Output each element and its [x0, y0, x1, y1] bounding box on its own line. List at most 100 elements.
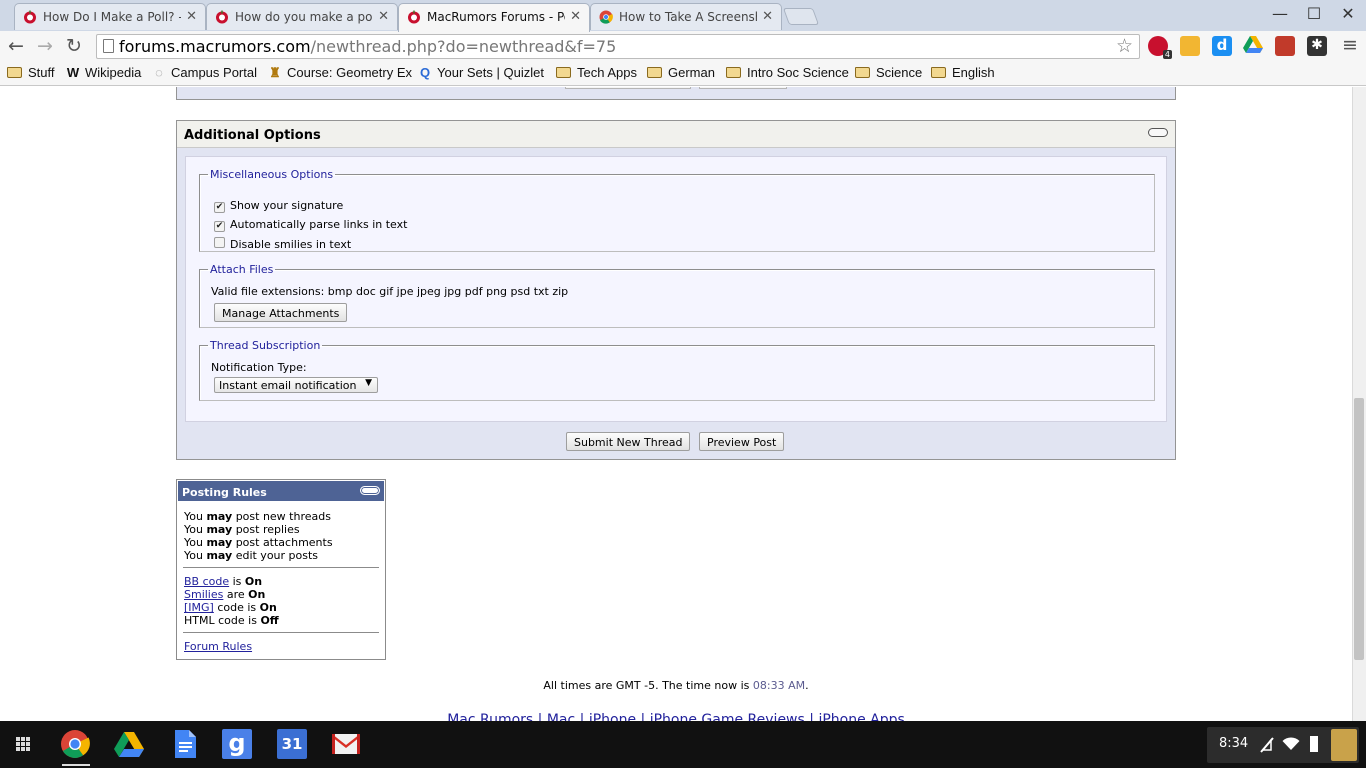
- bookmark-english[interactable]: English: [931, 65, 995, 80]
- drive-icon[interactable]: [114, 729, 144, 759]
- notebook-extension-icon[interactable]: [1275, 36, 1295, 56]
- preview-post-button[interactable]: Preview Post: [699, 432, 785, 451]
- smilies-link[interactable]: Smilies: [184, 588, 223, 601]
- footer-link-mac-rumors[interactable]: Mac Rumors: [447, 712, 533, 721]
- bookmark-campus-portal[interactable]: ◌ Campus Portal: [152, 65, 257, 80]
- option-disable-smilies[interactable]: Disable smilies in text: [214, 237, 351, 251]
- folder-icon: [647, 67, 662, 78]
- address-bar[interactable]: forums.macrumors.com/newthread.php?do=ne…: [96, 34, 1140, 59]
- bookmark-label: Science: [876, 65, 923, 80]
- clock: 8:34: [1219, 736, 1249, 751]
- minimize-icon[interactable]: —: [1270, 4, 1290, 23]
- bookmark-label: Your Sets | Quizlet: [437, 65, 544, 80]
- img-code-status: [IMG] code is On: [184, 601, 277, 614]
- google-drive-extension-icon[interactable]: [1243, 36, 1263, 56]
- bb-code-status: BB code is On: [184, 575, 263, 588]
- previous-button-edge: [565, 87, 691, 89]
- bookmark-stuff[interactable]: Stuff: [7, 65, 55, 80]
- tab-close-icon[interactable]: ✕: [186, 9, 197, 24]
- notification-type-select[interactable]: Instant email notification ▼: [214, 377, 378, 393]
- posting-rules-box: Posting Rules You may post new threads Y…: [176, 479, 386, 660]
- bookmark-quizlet[interactable]: Q Your Sets | Quizlet: [418, 65, 544, 80]
- attach-files-legend: Attach Files: [210, 263, 274, 276]
- apps-launcher-icon[interactable]: [8, 729, 38, 759]
- footer-link-iphone[interactable]: iPhone: [589, 712, 636, 721]
- disable-smilies-checkbox[interactable]: [214, 237, 225, 248]
- show-signature-checkbox[interactable]: ✔: [214, 202, 225, 213]
- posting-rules-header: Posting Rules: [177, 480, 385, 502]
- forum-rules-link[interactable]: Forum Rules: [184, 640, 252, 653]
- smilies-status: Smilies are On: [184, 588, 266, 601]
- scrollbar-thumb[interactable]: [1354, 398, 1364, 660]
- manage-attachments-button[interactable]: Manage Attachments: [214, 303, 348, 322]
- time-value: 08:33 AM: [752, 679, 806, 692]
- window-close-icon[interactable]: ✕: [1338, 4, 1358, 23]
- footer-link-mac[interactable]: Mac: [547, 712, 575, 721]
- speaker-extension-icon[interactable]: [1180, 36, 1200, 56]
- battery-icon: [1310, 736, 1318, 752]
- tab-how-do-i-make-a-poll[interactable]: How Do I Make a Poll? - MacRumors ✕: [14, 3, 206, 30]
- calendar-icon[interactable]: 31: [277, 729, 307, 759]
- html-code-status: HTML code is Off: [184, 614, 279, 627]
- bookmark-label: Intro Soc Science: [747, 65, 849, 80]
- bookmark-tech-apps[interactable]: Tech Apps: [556, 65, 637, 80]
- bookmark-wikipedia[interactable]: W Wikipedia: [66, 65, 142, 80]
- bookmark-intro-soc-science[interactable]: Intro Soc Science: [726, 65, 849, 80]
- tab-how-do-you-make-a-poll[interactable]: How do you make a poll? ✕: [206, 3, 398, 30]
- submit-new-thread-button[interactable]: Submit New Thread: [566, 432, 691, 451]
- attach-files-fieldset: Attach Files Valid file extensions: bmp …: [199, 263, 1155, 328]
- thread-subscription-legend: Thread Subscription: [210, 339, 321, 352]
- macrumors-favicon-icon: [408, 10, 420, 24]
- reload-icon[interactable]: ↻: [66, 35, 82, 57]
- divider: [183, 567, 379, 568]
- tab-close-icon[interactable]: ✕: [570, 9, 581, 24]
- bookmark-german[interactable]: German: [647, 65, 715, 80]
- bookmark-course-geometry[interactable]: ♜ Course: Geometry Ex: [268, 65, 412, 81]
- tab-title: MacRumors Forums - Post: [427, 10, 565, 24]
- puzzle-extension-icon[interactable]: ✱: [1307, 36, 1327, 56]
- folder-icon: [556, 67, 571, 78]
- parse-links-checkbox[interactable]: ✔: [214, 221, 225, 232]
- avatar: [1331, 729, 1357, 761]
- bookmark-label: Campus Portal: [171, 65, 257, 80]
- back-icon[interactable]: ←: [8, 35, 24, 57]
- forward-icon[interactable]: →: [37, 35, 53, 57]
- collapse-icon[interactable]: [360, 486, 380, 495]
- course-icon: ♜: [269, 65, 281, 80]
- tab-how-to-take-a-screenshot[interactable]: How to Take A Screenshot ✕: [590, 3, 782, 30]
- maximize-icon[interactable]: ☐: [1304, 4, 1324, 23]
- footer-link-iphone-game-reviews[interactable]: iPhone Game Reviews: [650, 712, 805, 721]
- folder-icon: [726, 67, 741, 78]
- option-parse-links[interactable]: ✔ Automatically parse links in text: [214, 218, 407, 232]
- google-search-icon[interactable]: g: [222, 729, 252, 759]
- additional-options-body: Miscellaneous Options ✔ Show your signatu…: [185, 156, 1167, 422]
- separator: |: [640, 712, 646, 721]
- dictionary-extension-icon[interactable]: d: [1212, 36, 1232, 56]
- quizlet-icon: Q: [419, 65, 431, 80]
- adblock-extension-icon[interactable]: 4: [1148, 36, 1172, 59]
- tab-close-icon[interactable]: ✕: [762, 9, 773, 24]
- bb-code-link[interactable]: BB code: [184, 575, 229, 588]
- collapse-icon[interactable]: [1148, 128, 1168, 137]
- img-code-link[interactable]: [IMG]: [184, 601, 214, 614]
- bookmark-science[interactable]: Science: [855, 65, 922, 80]
- thread-subscription-fieldset: Thread Subscription Notification Type: I…: [199, 339, 1155, 401]
- tab-title: How do you make a poll?: [235, 10, 373, 24]
- campus-portal-icon: ◌: [155, 65, 163, 80]
- option-show-signature[interactable]: ✔ Show your signature: [214, 199, 343, 213]
- new-tab-button[interactable]: [782, 8, 820, 25]
- active-app-indicator: [62, 764, 90, 766]
- browser-toolbar: ← → ↻ forums.macrumors.com/newthread.php…: [0, 31, 1366, 61]
- tab-macrumors-forums-post[interactable]: MacRumors Forums - Post ✕: [398, 3, 590, 32]
- gmail-icon[interactable]: [331, 729, 361, 759]
- tab-title: How Do I Make a Poll? - MacRumors: [43, 10, 181, 24]
- status-tray[interactable]: 8:34: [1207, 727, 1359, 763]
- chrome-icon[interactable]: [60, 729, 90, 759]
- docs-icon[interactable]: [170, 729, 200, 759]
- footer-link-iphone-apps[interactable]: iPhone Apps: [818, 712, 904, 721]
- tab-close-icon[interactable]: ✕: [378, 9, 389, 24]
- chrome-favicon-icon: [599, 10, 613, 24]
- posting-rules-title: Posting Rules: [182, 486, 267, 499]
- bookmark-star-icon[interactable]: ☆: [1116, 35, 1133, 57]
- chrome-menu-icon[interactable]: ≡: [1342, 34, 1358, 56]
